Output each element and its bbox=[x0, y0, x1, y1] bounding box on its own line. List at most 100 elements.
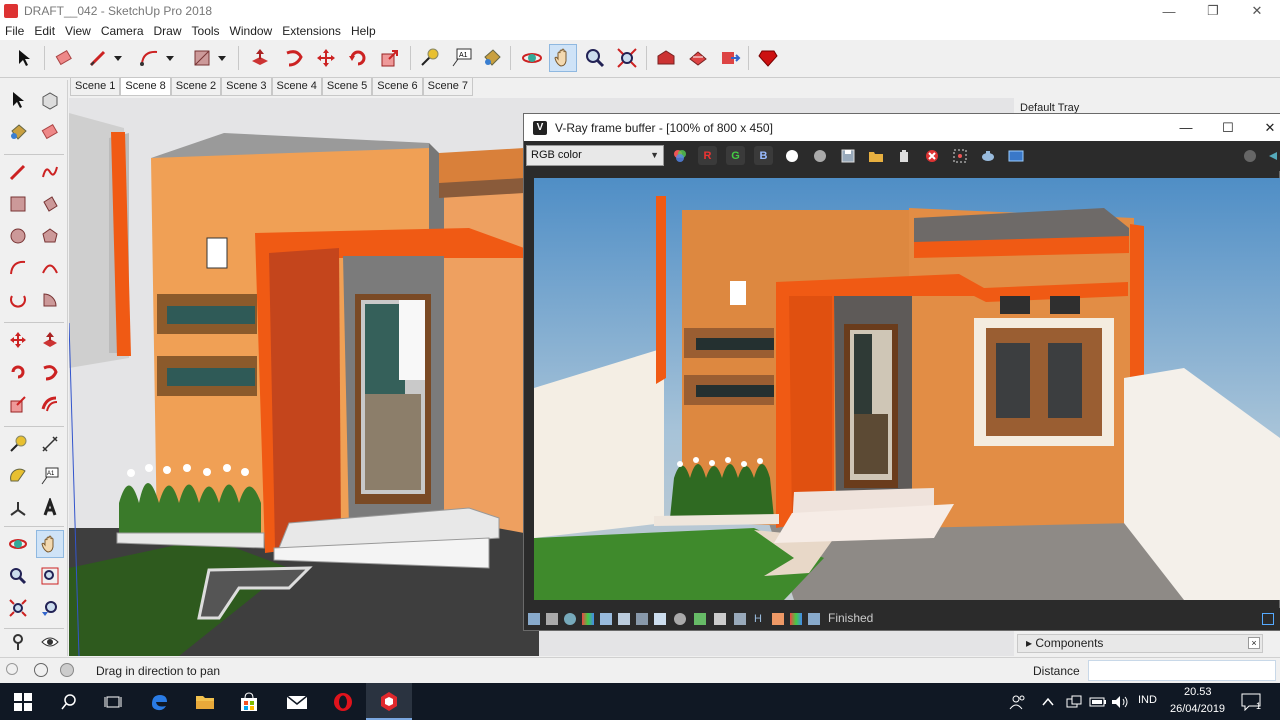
input-language[interactable]: IND bbox=[1138, 694, 1157, 706]
vfb-vertical-icon[interactable] bbox=[772, 613, 784, 625]
render-settings-icon[interactable] bbox=[1240, 146, 1259, 165]
warehouse-icon[interactable] bbox=[652, 44, 680, 72]
geo-location-icon[interactable] bbox=[6, 663, 18, 675]
load-image-folder-icon[interactable] bbox=[866, 146, 885, 165]
mono-white-icon[interactable] bbox=[782, 146, 801, 165]
line-tool-icon[interactable] bbox=[84, 44, 112, 72]
two-point-arc-tool-icon[interactable] bbox=[36, 254, 64, 282]
save-image-icon[interactable] bbox=[838, 146, 857, 165]
zoom-extents-tool-icon[interactable] bbox=[4, 594, 32, 622]
zoom-window-tool-icon[interactable] bbox=[36, 562, 64, 590]
volume-icon[interactable] bbox=[1108, 683, 1132, 720]
tape-measure-tool-icon[interactable] bbox=[4, 430, 32, 458]
arc-tool-icon[interactable] bbox=[136, 44, 164, 72]
close-button[interactable]: ✕ bbox=[1234, 0, 1280, 22]
vfb-bg-image-icon[interactable] bbox=[654, 613, 666, 625]
vfb-exposure-icon[interactable] bbox=[600, 613, 612, 625]
pan-tool-icon[interactable] bbox=[36, 530, 64, 558]
vfb-ocio-icon[interactable] bbox=[808, 613, 820, 625]
tab-scene-8[interactable]: Scene 8 bbox=[120, 77, 171, 96]
vfb-lens-icon[interactable] bbox=[674, 613, 686, 625]
share-model-icon[interactable] bbox=[684, 44, 712, 72]
mail-icon[interactable] bbox=[274, 683, 320, 720]
make-component-icon[interactable] bbox=[36, 86, 64, 114]
clear-image-icon[interactable] bbox=[894, 146, 913, 165]
line-tool-icon[interactable] bbox=[4, 158, 32, 186]
tab-scene-5[interactable]: Scene 5 bbox=[321, 78, 373, 96]
vfb-info-icon[interactable] bbox=[546, 613, 558, 625]
vfb-minimize-button[interactable]: — bbox=[1165, 114, 1207, 141]
freehand-tool-icon[interactable] bbox=[36, 158, 64, 186]
vfb-display-icon[interactable] bbox=[528, 613, 540, 625]
position-camera-icon[interactable] bbox=[4, 630, 32, 654]
rectangle-tool-icon[interactable] bbox=[188, 44, 216, 72]
menu-file[interactable]: File bbox=[0, 24, 29, 38]
vfb-maximize-button[interactable]: ☐ bbox=[1207, 114, 1249, 141]
store-icon[interactable] bbox=[226, 683, 272, 720]
vfb-srgb-icon[interactable] bbox=[694, 613, 706, 625]
pan-tool-icon[interactable] bbox=[549, 44, 577, 72]
restore-button[interactable]: ❐ bbox=[1190, 0, 1236, 22]
vfb-history-icon[interactable] bbox=[1006, 146, 1025, 165]
follow-me-tool-icon[interactable] bbox=[280, 44, 308, 72]
stop-render-icon[interactable] bbox=[922, 146, 941, 165]
tab-scene-1[interactable]: Scene 1 bbox=[70, 78, 121, 96]
tab-scene-3[interactable]: Scene 3 bbox=[221, 78, 272, 96]
follow-me-tool-icon[interactable] bbox=[36, 358, 64, 386]
three-point-arc-tool-icon[interactable] bbox=[4, 286, 32, 314]
notifications-icon[interactable] bbox=[1236, 683, 1266, 720]
measurements-input[interactable] bbox=[1088, 660, 1276, 681]
people-icon[interactable] bbox=[1000, 683, 1036, 720]
menu-extensions[interactable]: Extensions bbox=[277, 24, 346, 38]
previous-view-icon[interactable] bbox=[36, 594, 64, 622]
vfb-horizontal-icon[interactable]: H bbox=[754, 613, 766, 625]
vfb-levels-icon[interactable] bbox=[618, 613, 630, 625]
paint-bucket-tool-icon[interactable] bbox=[478, 44, 506, 72]
menu-camera[interactable]: Camera bbox=[96, 24, 149, 38]
look-around-eye-icon[interactable] bbox=[36, 630, 64, 654]
user-account-icon[interactable] bbox=[60, 663, 74, 677]
rectangle-tool-icon[interactable] bbox=[4, 190, 32, 218]
region-render-icon[interactable] bbox=[950, 146, 969, 165]
eraser-tool-icon[interactable] bbox=[36, 118, 64, 146]
rotated-rectangle-tool-icon[interactable] bbox=[36, 190, 64, 218]
menu-window[interactable]: Window bbox=[225, 24, 278, 38]
tab-scene-2[interactable]: Scene 2 bbox=[170, 78, 222, 96]
dimension-tool-icon[interactable] bbox=[36, 430, 64, 458]
rotate-tool-icon[interactable] bbox=[4, 358, 32, 386]
edge-browser-icon[interactable] bbox=[136, 683, 182, 720]
blue-channel-button[interactable]: B bbox=[754, 146, 773, 165]
eraser-tool-icon[interactable] bbox=[50, 44, 78, 72]
zoom-tool-icon[interactable] bbox=[581, 44, 609, 72]
file-explorer-icon[interactable] bbox=[182, 683, 228, 720]
components-close-button[interactable]: × bbox=[1248, 637, 1260, 649]
text-tool-icon[interactable]: A1 bbox=[448, 44, 476, 72]
circle-tool-icon[interactable] bbox=[4, 222, 32, 250]
move-tool-icon[interactable] bbox=[312, 44, 340, 72]
menu-tools[interactable]: Tools bbox=[187, 24, 225, 38]
vfb-lut-icon[interactable] bbox=[790, 613, 802, 625]
push-pull-tool-icon[interactable] bbox=[36, 326, 64, 354]
tab-scene-6[interactable]: Scene 6 bbox=[372, 78, 423, 96]
vfb-close-button[interactable]: ✕ bbox=[1249, 114, 1280, 141]
protractor-tool-icon[interactable] bbox=[4, 462, 32, 490]
menu-draw[interactable]: Draw bbox=[149, 24, 187, 38]
scale-tool-icon[interactable] bbox=[4, 390, 32, 418]
sketchup-taskbar-icon[interactable] bbox=[366, 683, 412, 720]
pie-tool-icon[interactable] bbox=[36, 286, 64, 314]
push-pull-tool-icon[interactable] bbox=[246, 44, 274, 72]
network-icon[interactable] bbox=[1062, 683, 1086, 720]
menu-help[interactable]: Help bbox=[346, 24, 381, 38]
3d-text-tool-icon[interactable] bbox=[36, 494, 64, 522]
zoom-tool-icon[interactable] bbox=[4, 562, 32, 590]
show-hidden-icons-chevron-up-icon[interactable] bbox=[1036, 683, 1060, 720]
green-channel-button[interactable]: G bbox=[726, 146, 745, 165]
vfb-color-correct-icon[interactable] bbox=[582, 613, 594, 625]
paint-bucket-tool-icon[interactable] bbox=[4, 118, 32, 146]
clock-time[interactable]: 20.53 bbox=[1184, 686, 1212, 698]
text-tool-icon[interactable]: A1 bbox=[36, 462, 64, 490]
arc-dropdown-chevron-down-icon[interactable] bbox=[162, 44, 178, 72]
vfb-panel-toggle-icon[interactable] bbox=[1262, 613, 1274, 625]
orbit-tool-icon[interactable] bbox=[518, 44, 546, 72]
vfb-compare-icon[interactable] bbox=[714, 613, 726, 625]
